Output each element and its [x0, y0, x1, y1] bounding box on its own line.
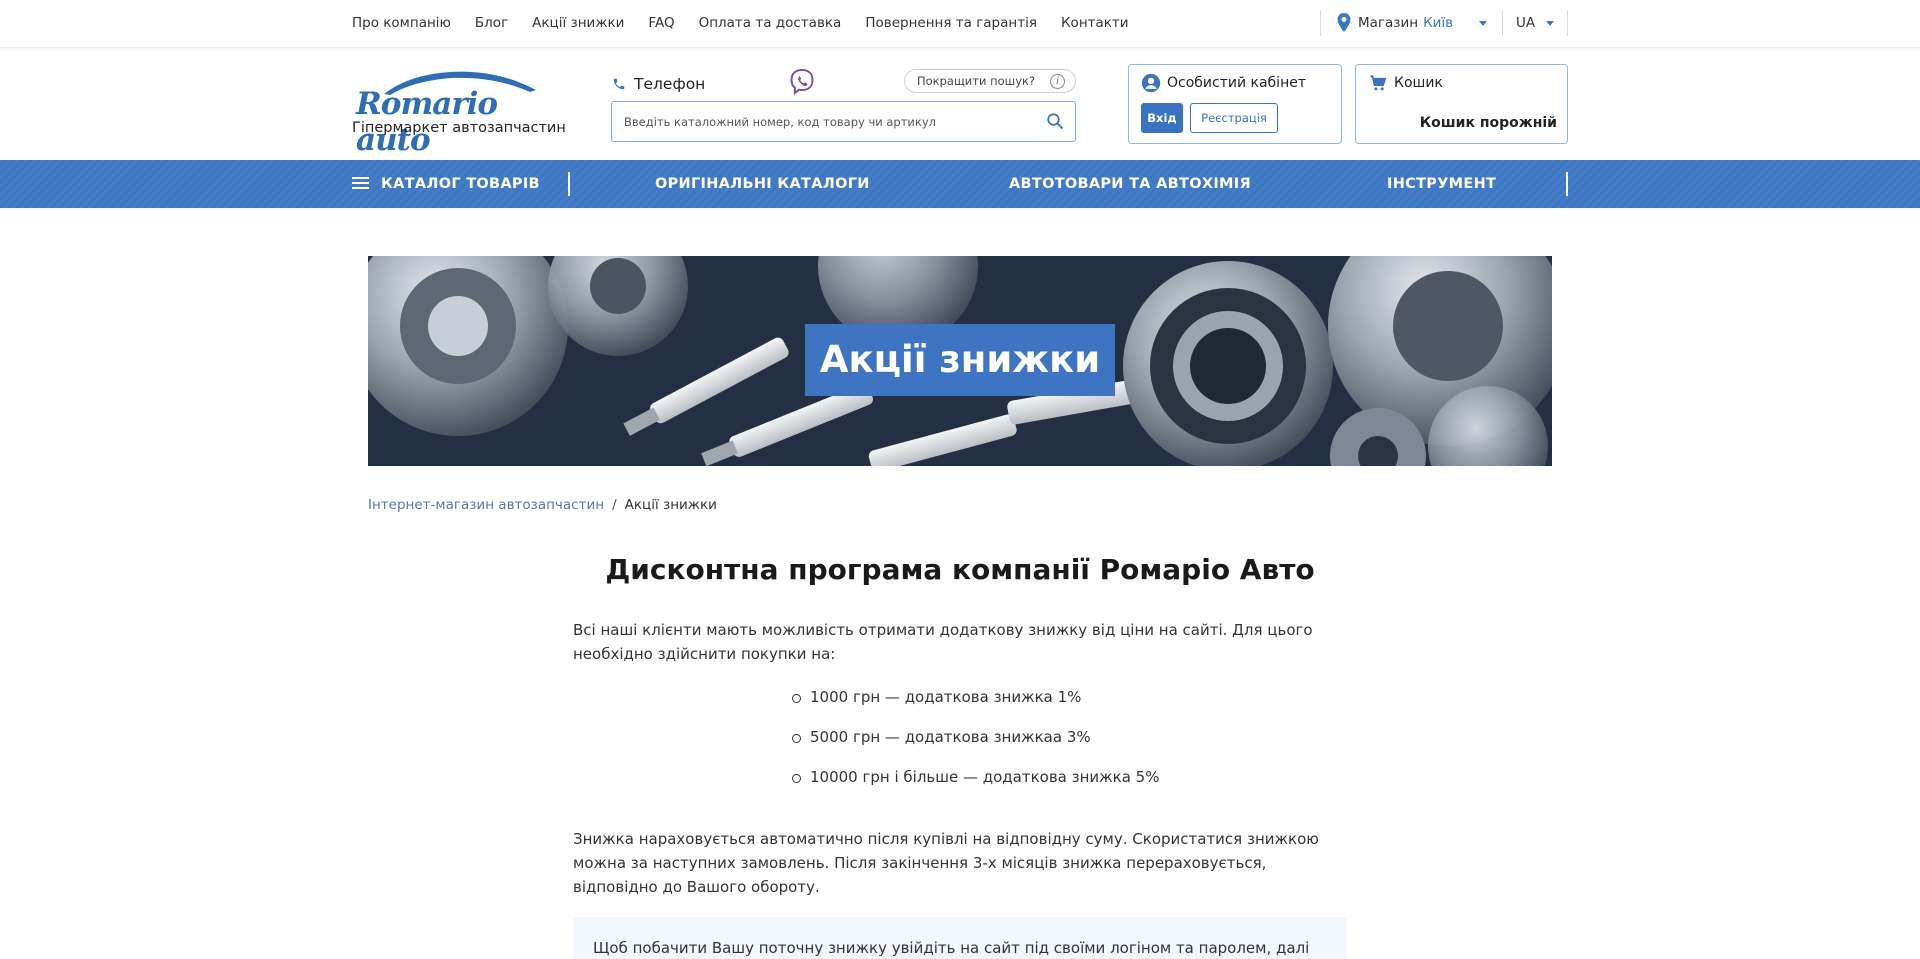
phone-icon — [613, 78, 625, 90]
info-note: Щоб побачити Вашу поточну знижку увійдіт… — [573, 917, 1347, 959]
main-nav: КАТАЛОГ ТОВАРІВ ОРИГІНАЛЬНІ КАТАЛОГИ АВТ… — [0, 160, 1920, 208]
store-selector[interactable]: Магазин Київ — [1336, 12, 1488, 34]
cabinet-title-label: Особистий кабінет — [1167, 75, 1306, 91]
store-city: Київ — [1423, 15, 1454, 31]
nav-divider — [1566, 172, 1568, 196]
chevron-down-icon — [1546, 20, 1555, 26]
nav-autogoods[interactable]: АВТОТОВАРИ ТА АВТОХІМІЯ — [1009, 160, 1251, 208]
improve-search-label: Покращити пошук? — [917, 74, 1036, 88]
language-value: UA — [1516, 15, 1536, 31]
personal-cabinet: Особистий кабінет Вхід Реєстрація — [1128, 64, 1342, 144]
cart-title-label: Кошик — [1394, 75, 1443, 91]
list-item: 10000 грн і більше — додаткова знижка 5% — [792, 768, 1159, 808]
intro-paragraph: Всі наші клієнти мають можливість отрима… — [573, 621, 1313, 663]
location-pin-icon — [1337, 13, 1351, 32]
language-selector[interactable]: UA — [1516, 15, 1555, 31]
cart-status: Кошик порожній — [1419, 115, 1557, 131]
phone-link[interactable]: Телефон — [612, 75, 705, 93]
store-label: Магазин — [1358, 15, 1419, 31]
menu-icon — [352, 174, 369, 192]
cart-icon — [1370, 75, 1387, 91]
search-box — [611, 101, 1076, 142]
topnav-promotions[interactable]: Акції знижки — [532, 15, 624, 31]
search-icon[interactable] — [1046, 112, 1064, 130]
register-button[interactable]: Реєстрація — [1190, 103, 1278, 133]
breadcrumb-separator: / — [612, 497, 617, 513]
topnav-faq[interactable]: FAQ — [648, 15, 674, 31]
top-nav: Про компанію Блог Акції знижки FAQ Оплат… — [352, 15, 1129, 31]
phone-label: Телефон — [634, 75, 706, 93]
chevron-down-icon — [1479, 20, 1488, 26]
info-icon: i — [1050, 74, 1065, 89]
nav-divider — [568, 172, 570, 196]
nav-catalog[interactable]: КАТАЛОГ ТОВАРІВ — [352, 160, 540, 208]
topbar-divider — [1320, 10, 1321, 36]
topnav-blog[interactable]: Блог — [475, 15, 508, 31]
page-title: Дисконтна програма компанії Ромаріо Авто — [605, 553, 1315, 586]
nav-catalog-label: КАТАЛОГ ТОВАРІВ — [381, 176, 540, 192]
topnav-contacts[interactable]: Контакти — [1061, 15, 1129, 31]
hero-banner: Акції знижки — [368, 256, 1552, 466]
banner-title: Акції знижки — [805, 324, 1115, 396]
cabinet-title: Особистий кабінет — [1141, 73, 1306, 93]
site-logo[interactable]: Romario auto Гіпермаркет автозапчастин — [352, 66, 567, 158]
topnav-returns-warranty[interactable]: Повернення та гарантія — [865, 15, 1037, 31]
discount-tiers-list: 1000 грн — додаткова знижка 1% 5000 грн … — [792, 688, 1159, 808]
viber-icon[interactable] — [789, 68, 815, 96]
cart[interactable]: Кошик Кошик порожній — [1355, 64, 1568, 144]
list-item: 5000 грн — додаткова знижкаа 3% — [792, 728, 1159, 768]
topnav-payment-delivery[interactable]: Оплата та доставка — [699, 15, 842, 31]
cart-title: Кошик — [1368, 73, 1443, 93]
details-paragraph: Знижка нараховується автоматично після к… — [573, 830, 1319, 896]
breadcrumb-current: Акції знижки — [624, 497, 717, 513]
topbar-divider — [1567, 10, 1568, 36]
nav-original-catalogs[interactable]: ОРИГІНАЛЬНІ КАТАЛОГИ — [655, 160, 870, 208]
topbar-divider — [1502, 10, 1503, 36]
logo-subtitle: Гіпермаркет автозапчастин — [352, 120, 566, 136]
breadcrumb: Інтернет-магазин автозапчастин / Акції зни… — [368, 497, 717, 513]
breadcrumb-home[interactable]: Інтернет-магазин автозапчастин — [368, 497, 604, 513]
search-input[interactable] — [612, 102, 1032, 141]
info-note-text: Щоб побачити Вашу поточну знижку увійдіт… — [593, 939, 1310, 957]
login-button[interactable]: Вхід — [1141, 103, 1183, 133]
topnav-about[interactable]: Про компанію — [352, 15, 451, 31]
list-item: 1000 грн — додаткова знижка 1% — [792, 688, 1159, 728]
user-icon — [1141, 73, 1161, 93]
improve-search-button[interactable]: Покращити пошук? i — [904, 69, 1076, 93]
nav-tools[interactable]: ІНСТРУМЕНТ — [1387, 160, 1496, 208]
